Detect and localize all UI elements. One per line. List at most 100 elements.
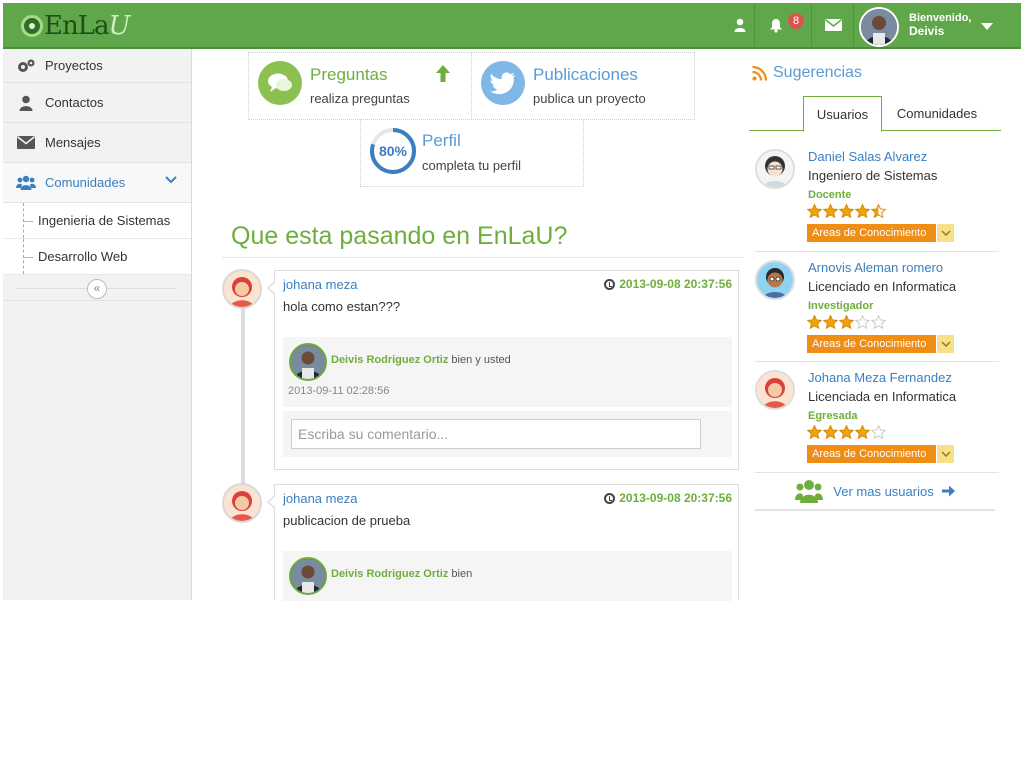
- publicaciones-title: Publicaciones: [533, 65, 638, 84]
- areas-de-conocimiento-dropdown[interactable]: Areas de Conocimiento: [807, 445, 954, 463]
- ver-mas-usuarios-link[interactable]: Ver mas usuarios: [755, 473, 995, 511]
- sidebar-collapse-row: «: [3, 275, 191, 301]
- comment-author-avatar[interactable]: [289, 557, 327, 595]
- star-icon: [823, 204, 838, 218]
- collapse-sidebar-icon[interactable]: «: [87, 279, 107, 299]
- users-group-icon: [795, 480, 824, 503]
- post-author-avatar[interactable]: [222, 269, 262, 309]
- post-date-text: 2013-09-08 20:37:56: [619, 277, 732, 291]
- star-icon: [807, 204, 822, 218]
- comment-author[interactable]: Deivis Rodriguez Ortiz: [331, 354, 448, 366]
- suggested-user-avatar[interactable]: [755, 260, 795, 300]
- post-author-link[interactable]: johana meza: [283, 491, 357, 506]
- star-icon: [807, 425, 822, 439]
- sidebar-item-contactos[interactable]: Contactos: [3, 83, 191, 123]
- preguntas-box[interactable]: Preguntas realiza preguntas: [248, 52, 472, 120]
- comment-text: bien: [451, 568, 473, 580]
- post-text: hola como estan???: [283, 299, 401, 314]
- sidebar-item-mensajes[interactable]: Mensajes: [3, 123, 191, 163]
- suggested-user-card: Daniel Salas Alvarez Ingeniero de Sistem…: [755, 149, 999, 252]
- sidebar: Proyectos Contactos Mensajes Comunidades…: [3, 49, 192, 600]
- star-icon: [855, 204, 870, 218]
- user-icon: [734, 18, 746, 32]
- chevron-down-icon[interactable]: [165, 176, 177, 184]
- post-author-link[interactable]: johana meza: [283, 277, 357, 292]
- sidebar-subitem-desarrollo-web[interactable]: Desarrollo Web: [3, 239, 191, 275]
- sidebar-subitem-ingenieria-de-sistemas[interactable]: Ingenieria de Sistemas: [3, 203, 191, 239]
- envelope-icon: [824, 19, 842, 31]
- suggestions-tabs: Usuarios Comunidades: [749, 96, 1001, 132]
- tab-usuarios[interactable]: Usuarios: [803, 96, 882, 132]
- suggested-user-name[interactable]: Johana Meza Fernandez: [808, 370, 952, 385]
- suggested-user-role: Egresada: [808, 410, 858, 422]
- chevron-down-icon[interactable]: [937, 335, 954, 353]
- user-photo: [861, 9, 897, 45]
- star-icon: [823, 425, 838, 439]
- profile-progress-ring: 80%: [370, 128, 416, 174]
- timeline-line: [241, 300, 245, 490]
- comment-body: Deivis Rodriguez Ortiz bien: [331, 568, 472, 580]
- areas-label: Areas de Conocimiento: [807, 335, 936, 353]
- logo-text-u: U: [108, 11, 131, 41]
- areas-de-conocimiento-dropdown[interactable]: Areas de Conocimiento: [807, 224, 954, 242]
- welcome-user-menu[interactable]: Bienvenido, Deivis: [909, 12, 971, 38]
- sidebar-item-comunidades[interactable]: Comunidades: [3, 163, 191, 203]
- tab-comunidades[interactable]: Comunidades: [885, 96, 989, 131]
- post-card: johana meza 2013-09-08 20:37:56 publicac…: [267, 484, 739, 601]
- enlau-logo[interactable]: EnLaU: [21, 9, 131, 43]
- publicaciones-box[interactable]: Publicaciones publica un proyecto: [471, 52, 695, 120]
- areas-de-conocimiento-dropdown[interactable]: Areas de Conocimiento: [807, 335, 954, 353]
- bell-icon: [770, 18, 782, 33]
- comment-author-avatar[interactable]: [289, 343, 327, 381]
- comment-input[interactable]: [291, 419, 701, 449]
- post-author-avatar[interactable]: [222, 483, 262, 523]
- feed-title: Que esta pasando en EnLaU?: [231, 222, 568, 250]
- ver-mas-usuarios-label: Ver mas usuarios: [833, 483, 934, 499]
- post-card: johana meza 2013-09-08 20:37:56 hola com…: [267, 270, 739, 470]
- suggested-user-role: Investigador: [808, 300, 874, 312]
- perfil-box[interactable]: 80% Perfil completa tu perfil: [360, 119, 584, 187]
- suggested-user-avatar[interactable]: [755, 149, 795, 189]
- comment-body: Deivis Rodriguez Ortiz bien y usted: [331, 354, 511, 366]
- profile-nav-button[interactable]: [725, 3, 755, 47]
- sidebar-item-label: Proyectos: [45, 58, 103, 73]
- messages-nav-button[interactable]: [812, 3, 854, 47]
- suggested-user-card: Johana Meza Fernandez Licenciada en Info…: [755, 370, 999, 473]
- star-icon: [871, 204, 886, 218]
- star-icon: [839, 425, 854, 439]
- suggested-user-card: Arnovis Aleman romero Licenciado en Info…: [755, 260, 999, 362]
- gears-icon: [15, 58, 37, 74]
- post-date: 2013-09-08 20:37:56: [604, 277, 732, 291]
- publicaciones-subtitle: publica un proyecto: [533, 91, 646, 106]
- user-avatar[interactable]: [859, 7, 899, 47]
- chevron-down-icon[interactable]: [937, 224, 954, 242]
- star-rating: [807, 204, 887, 218]
- suggested-user-avatar[interactable]: [755, 370, 795, 410]
- suggestions-title: Sugerencias: [773, 64, 862, 81]
- star-icon: [839, 315, 854, 329]
- post-text: publicacion de prueba: [283, 513, 411, 528]
- user-icon: [15, 95, 37, 111]
- sidebar-subitem-label: Ingenieria de Sistemas: [38, 213, 171, 228]
- navbar-divider: [853, 3, 854, 47]
- divider: [223, 257, 743, 258]
- notification-count-badge: 8: [788, 13, 804, 29]
- suggested-user-name[interactable]: Arnovis Aleman romero: [808, 260, 943, 275]
- comment-author[interactable]: Deivis Rodriguez Ortiz: [331, 568, 448, 580]
- chevron-down-icon[interactable]: [981, 23, 993, 30]
- profile-percent-label: 80%: [379, 143, 408, 159]
- chevron-down-icon[interactable]: [937, 445, 954, 463]
- star-icon: [839, 204, 854, 218]
- comment: Deivis Rodriguez Ortiz bien y usted 2013…: [283, 337, 732, 407]
- suggested-user-job: Licenciada en Informatica: [808, 389, 957, 404]
- user-name: Deivis: [909, 24, 945, 38]
- sidebar-item-label: Contactos: [45, 95, 104, 110]
- sidebar-item-proyectos[interactable]: Proyectos: [3, 49, 191, 83]
- clock-icon: [604, 278, 616, 290]
- clock-icon: [604, 492, 616, 504]
- suggested-user-role: Docente: [808, 189, 852, 201]
- logo-text-la: La: [77, 11, 110, 41]
- notifications-button[interactable]: 8: [755, 3, 811, 47]
- preguntas-title: Preguntas: [310, 65, 388, 84]
- suggested-user-name[interactable]: Daniel Salas Alvarez: [808, 149, 927, 164]
